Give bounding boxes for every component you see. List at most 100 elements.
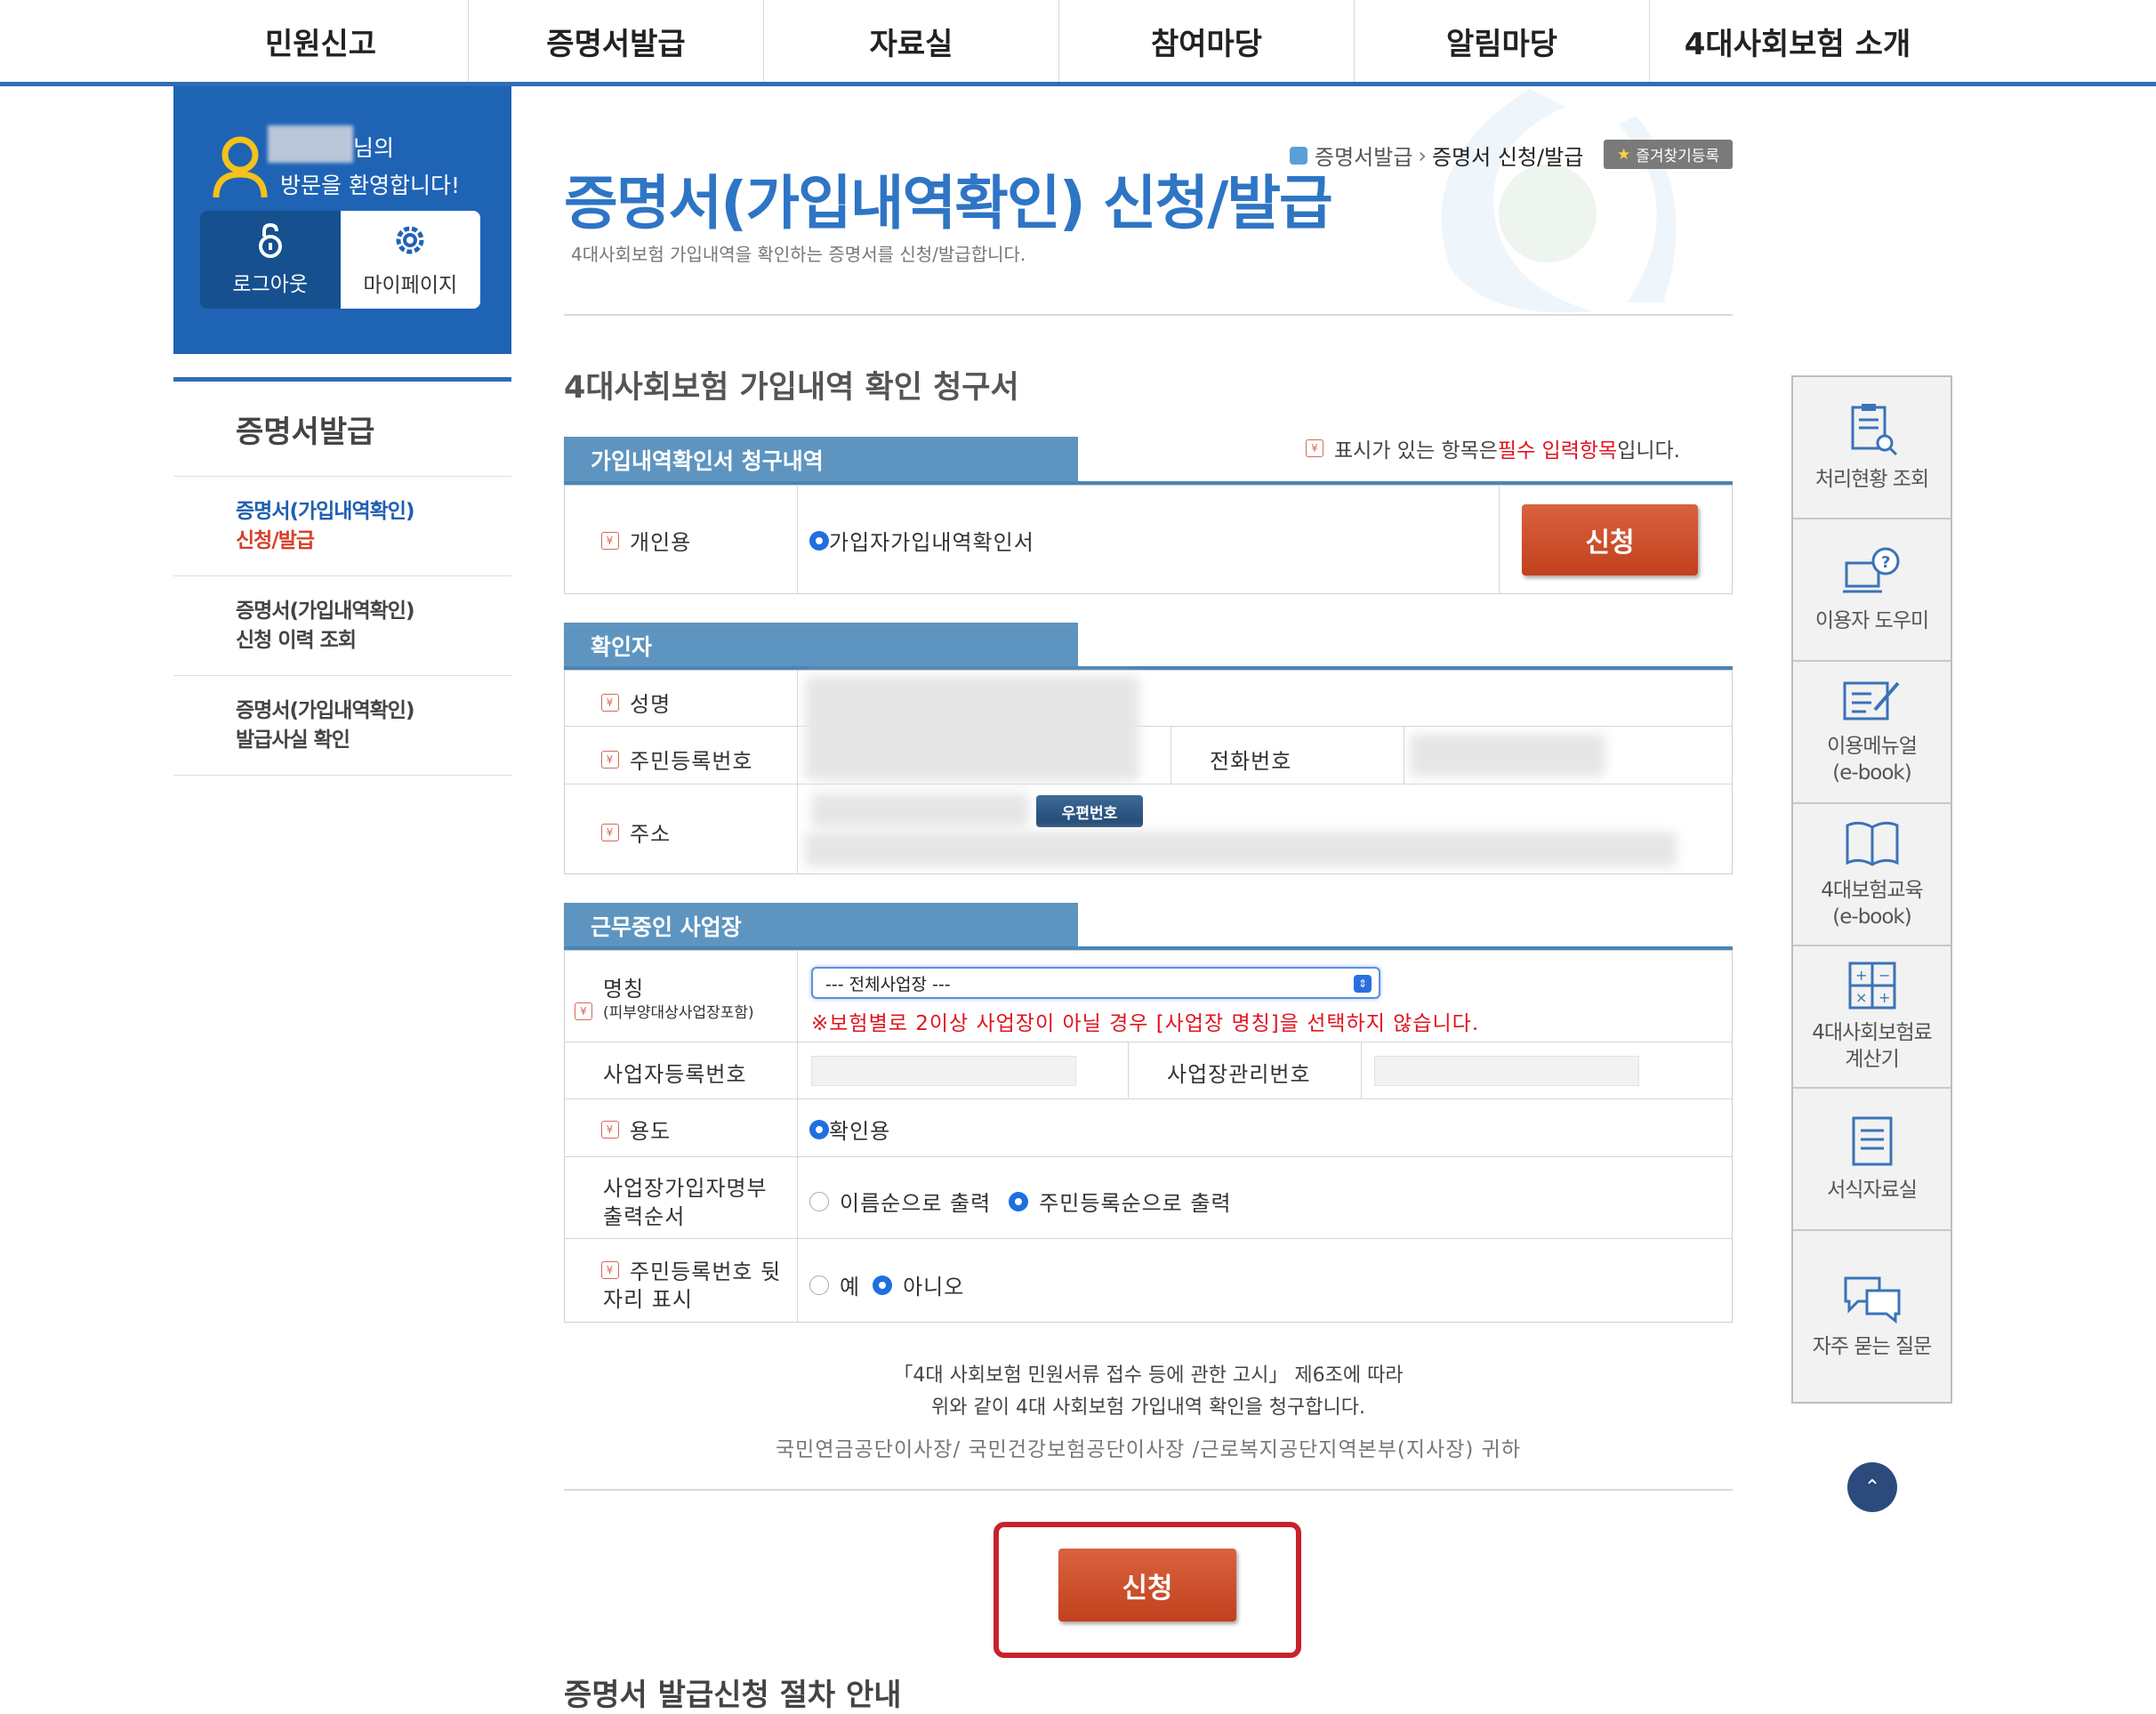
side-nav-item-line1: 증명서(가입내역확인) [236, 698, 414, 722]
required-note: ¥ 표시가 있는 항목은 필수 입력항목 입니다. [1306, 433, 1680, 463]
gear-icon [396, 226, 424, 254]
breadcrumb-current: 증명서 신청/발급 [1432, 145, 1584, 170]
zipcode-redacted [811, 793, 1029, 827]
side-nav-item-apply[interactable]: 증명서(가입내역확인) 신청/발급 [173, 477, 511, 576]
quick-menu: 처리현황 조회 ? 이용자 도우미 이용메뉴얼 (e-book) 4대보험교육 … [1791, 375, 1952, 1404]
mypage-label: 마이페이지 [363, 274, 458, 297]
side-nav-item-history[interactable]: 증명서(가입내역확인) 신청 이력 조회 [173, 576, 511, 676]
workplace-select[interactable]: --- 전체사업장 --- ⇕ [811, 967, 1380, 999]
menu-item-notice[interactable]: 알림마당 [1355, 0, 1650, 82]
quick-item-label: 서식자료실 [1827, 1179, 1918, 1202]
divider [797, 485, 798, 594]
workplace-name-label: 명칭 [603, 977, 645, 1002]
order-by-name-label[interactable]: 이름순으로 출력 [840, 1186, 991, 1217]
order-by-name-radio[interactable] [809, 1191, 829, 1211]
user-actions: 로그아웃 마이페이지 [200, 211, 480, 309]
computer-help-icon: ? [1842, 547, 1899, 593]
logout-button[interactable]: 로그아웃 [200, 211, 341, 309]
rrn-display-no-radio[interactable] [873, 1275, 893, 1295]
quick-item-label: 이용메뉴얼 [1827, 735, 1918, 758]
form-title: 4대사회보험 가입내역 확인 청구서 [564, 370, 1019, 406]
quick-item-sublabel: (e-book) [1832, 905, 1911, 929]
required-icon: ¥ [601, 1260, 619, 1279]
menu-item-about[interactable]: 4대사회보험 소개 [1650, 0, 1945, 82]
required-icon: ¥ [601, 693, 619, 712]
workplace-name-sublabel-text: (피부양대상사업장포함) [603, 1004, 754, 1022]
clipboard-search-icon [1851, 404, 1897, 456]
divider [564, 314, 1733, 316]
required-icon: ¥ [601, 1120, 619, 1139]
required-icon: ¥ [601, 750, 619, 768]
quick-item-help[interactable]: ? 이용자 도우미 [1793, 519, 1951, 662]
apply-button-top[interactable]: 신청 [1522, 504, 1698, 575]
rrn-label: ¥ 주민등록번호 [601, 744, 752, 775]
purpose-option[interactable]: 확인용 [809, 1114, 890, 1145]
chat-bubbles-icon [1844, 1276, 1900, 1324]
divider [564, 1238, 1733, 1239]
rrn-display-yes-radio[interactable] [809, 1275, 829, 1295]
decorative-emblem [1441, 89, 1677, 313]
greeting-message: 방문을 환영합니다! [280, 173, 460, 198]
workplace-name-sublabel: ¥ (피부양대상사업장포함) [575, 1000, 754, 1022]
divider [797, 670, 798, 874]
divider [564, 1098, 1733, 1099]
rrn-display-yes-label[interactable]: 예 [840, 1269, 860, 1300]
home-icon[interactable] [1290, 146, 1307, 165]
submit-button[interactable]: 신청 [1058, 1549, 1236, 1621]
required-icon: ¥ [601, 823, 619, 841]
business-no-field[interactable] [811, 1056, 1076, 1086]
quick-item-education[interactable]: 4대보험교육 (e-book) [1793, 804, 1951, 946]
username-redacted [268, 125, 353, 163]
scroll-to-top-button[interactable]: ⌃ [1847, 1462, 1897, 1512]
management-no-field[interactable] [1374, 1056, 1639, 1086]
address-redacted [805, 832, 1677, 867]
quick-item-faq[interactable]: 자주 묻는 질문 [1793, 1231, 1951, 1402]
personal-label: ¥ 개인용 [601, 525, 691, 556]
top-navigation: 민원신고 증명서발급 자료실 참여마당 알림마당 4대사회보험 소개 [0, 0, 2156, 86]
menu-item-complaint[interactable]: 민원신고 [173, 0, 469, 82]
required-note-highlight: 필수 입력항목 [1497, 439, 1618, 463]
quick-item-sublabel: (e-book) [1832, 761, 1911, 785]
purpose-label: ¥ 용도 [601, 1114, 671, 1145]
chevron-right-icon: › [1418, 142, 1428, 168]
rrn-label-text: 주민등록번호 [630, 749, 753, 774]
menu-item-participation[interactable]: 참여마당 [1059, 0, 1355, 82]
menu-item-library[interactable]: 자료실 [764, 0, 1059, 82]
side-nav-item-line1: 증명서(가입내역확인) [236, 499, 414, 523]
zipcode-button[interactable]: 우편번호 [1036, 795, 1143, 827]
breadcrumb-item[interactable]: 증명서발급 [1315, 140, 1412, 171]
purpose-radio[interactable] [809, 1119, 829, 1139]
quick-item-status[interactable]: 처리현황 조회 [1793, 377, 1951, 519]
add-favorite-button[interactable]: ★ 즐겨찾기등록 [1604, 140, 1733, 169]
quick-item-calculator[interactable]: + − × + 4대사회보험료 계산기 [1793, 946, 1951, 1089]
section-tab-workplace: 근무중인 사업장 [564, 903, 1078, 949]
required-note-prefix: 표시가 있는 항목은 [1334, 439, 1498, 463]
quick-item-manual[interactable]: 이용메뉴얼 (e-book) [1793, 662, 1951, 804]
cert-type-radio[interactable] [809, 530, 829, 551]
divider [564, 1489, 1733, 1491]
notice-line-3: 국민연금공단이사장/ 국민건강보험공단이사장 /근로복지공단지역본부(지사장) … [776, 1438, 1521, 1461]
quick-item-forms[interactable]: 서식자료실 [1793, 1089, 1951, 1231]
svg-text:?: ? [1881, 553, 1890, 572]
divider [1499, 485, 1500, 594]
rrn-display-label-2: 자리 표시 [603, 1287, 693, 1312]
side-nav-item-line2: 신청 이력 조회 [236, 628, 357, 652]
menu-item-certificate[interactable]: 증명서발급 [469, 0, 764, 82]
svg-text:×: × [1855, 989, 1866, 1006]
name-label-text: 성명 [630, 692, 672, 717]
star-icon: ★ [1616, 145, 1631, 164]
cert-type-option[interactable]: 가입자가입내역확인서 [809, 525, 1034, 556]
svg-text:+: + [1878, 989, 1889, 1006]
mypage-button[interactable]: 마이페이지 [340, 211, 480, 309]
divider [1128, 1042, 1129, 1098]
order-by-rrn-radio[interactable] [1009, 1191, 1029, 1211]
divider [564, 784, 1733, 785]
quick-item-label: 처리현황 조회 [1814, 468, 1929, 491]
required-note-suffix: 입니다. [1617, 439, 1680, 463]
side-nav-item-verify[interactable]: 증명서(가입내역확인) 발급사실 확인 [173, 676, 511, 776]
order-by-rrn-label[interactable]: 주민등록순으로 출력 [1039, 1186, 1231, 1217]
rrn-display-no-label[interactable]: 아니오 [903, 1269, 964, 1300]
add-favorite-label: 즐겨찾기등록 [1636, 148, 1720, 165]
breadcrumb: 증명서발급 › 증명서 신청/발급 [1290, 140, 1583, 171]
page-title: 증명서(가입내역확인) 신청/발급 [564, 169, 1333, 237]
